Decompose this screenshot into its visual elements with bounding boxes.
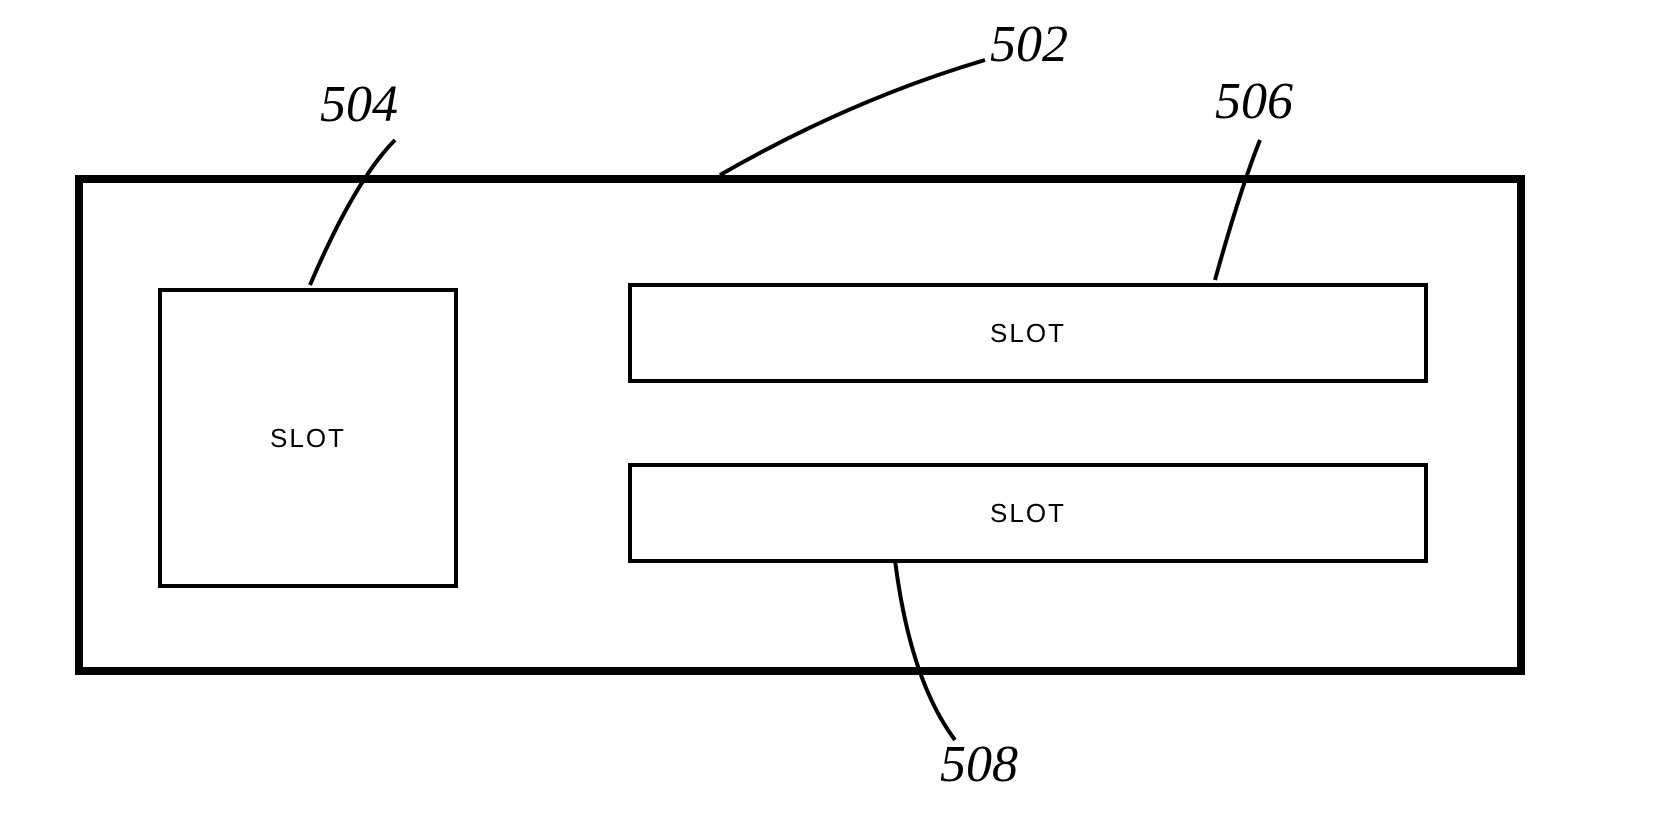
slot-rect-bottom: SLOT (628, 463, 1428, 563)
outer-container: SLOT SLOT SLOT (75, 175, 1525, 675)
reference-label-506: 506 (1215, 72, 1293, 131)
slot-rect-top: SLOT (628, 283, 1428, 383)
reference-label-502: 502 (990, 15, 1068, 74)
slot-square-label: SLOT (270, 423, 346, 454)
slot-square: SLOT (158, 288, 458, 588)
reference-label-504: 504 (320, 75, 398, 134)
reference-label-508: 508 (940, 735, 1018, 794)
slot-rect-bottom-label: SLOT (990, 498, 1066, 529)
slot-rect-top-label: SLOT (990, 318, 1066, 349)
